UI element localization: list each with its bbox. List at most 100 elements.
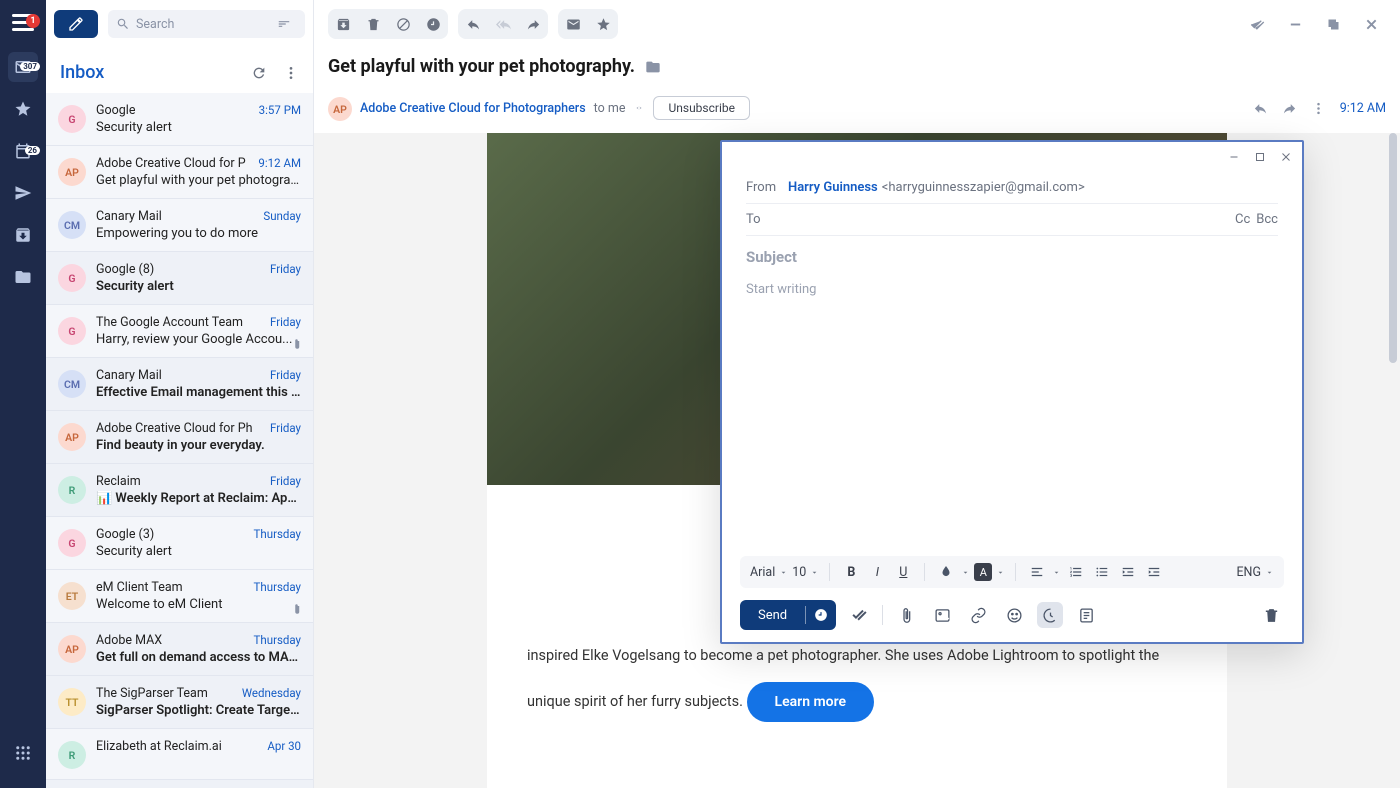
learn-more-button[interactable]: Learn more <box>747 682 874 722</box>
archive-nav[interactable] <box>8 220 38 250</box>
msg-subject: Effective Email management this w... <box>96 385 301 400</box>
template-icon[interactable] <box>1073 602 1099 628</box>
outdent-button[interactable] <box>1117 561 1139 583</box>
avatar: R <box>58 476 86 504</box>
message-item[interactable]: RReclaimFriday📊 Weekly Report at Reclaim… <box>46 464 313 517</box>
underline-button[interactable]: U <box>892 561 914 583</box>
message-item[interactable]: GGoogle (3)ThursdaySecurity alert <box>46 517 313 570</box>
filter-icon[interactable] <box>277 17 291 31</box>
side-rail: 1 307 26 <box>0 0 46 788</box>
font-select[interactable]: Arial <box>750 565 788 580</box>
message-item[interactable]: ETeM Client TeamThursdayWelcome to eM Cl… <box>46 570 313 623</box>
message-item[interactable]: CMCanary MailFridayEffective Email manag… <box>46 358 313 411</box>
forward-button[interactable] <box>518 9 548 39</box>
move-folder-icon[interactable] <box>645 59 661 75</box>
calendar-nav[interactable]: 26 <box>8 136 38 166</box>
message-item[interactable]: TTThe SigParser TeamWednesdaySigParser S… <box>46 676 313 729</box>
msg-time: Friday <box>270 315 301 330</box>
attach-icon[interactable] <box>893 602 919 628</box>
image-icon[interactable] <box>929 602 955 628</box>
mark-unread-button[interactable] <box>558 9 588 39</box>
compose-body[interactable]: Start writing <box>722 278 1302 556</box>
starred-nav[interactable] <box>8 94 38 124</box>
message-item[interactable]: GGoogle3:57 PMSecurity alert <box>46 93 313 146</box>
align-button[interactable] <box>1026 561 1048 583</box>
bcc-button[interactable]: Bcc <box>1256 212 1278 227</box>
inbox-nav[interactable]: 307 <box>8 52 38 82</box>
message-item[interactable]: APAdobe MAXThursdayGet full on demand ac… <box>46 623 313 676</box>
meta-forward-icon[interactable] <box>1282 101 1297 116</box>
italic-button[interactable]: I <box>866 561 888 583</box>
meta-reply-icon[interactable] <box>1253 101 1268 116</box>
avatar: CM <box>58 211 86 239</box>
msg-subject: Harry, review your Google Accou... <box>96 332 301 347</box>
cc-button[interactable]: Cc <box>1235 212 1250 227</box>
subject-input[interactable]: Subject <box>746 236 1278 278</box>
msg-from: Google <box>96 103 135 118</box>
menu-button[interactable]: 1 <box>12 14 34 32</box>
read-receipt-icon[interactable] <box>846 602 872 628</box>
schedule-send-icon[interactable] <box>806 608 836 622</box>
archive-button[interactable] <box>328 9 358 39</box>
avatar: G <box>58 264 86 292</box>
calendar-count: 26 <box>25 146 40 155</box>
format-toolbar: Arial 10 B I U A ENG <box>740 556 1284 588</box>
sender-name[interactable]: Adobe Creative Cloud for Photographers <box>360 101 586 116</box>
send-button[interactable]: Send <box>740 600 836 630</box>
scrollbar[interactable] <box>1388 133 1398 788</box>
window-close[interactable] <box>1356 9 1386 39</box>
bold-button[interactable]: B <box>840 561 862 583</box>
message-item[interactable]: APAdobe Creative Cloud for P9:12 AMGet p… <box>46 146 313 199</box>
compose-minimize-icon[interactable] <box>1228 151 1240 163</box>
msg-time: Sunday <box>263 209 301 224</box>
snooze-button[interactable] <box>418 9 448 39</box>
language-select[interactable]: ENG <box>1236 565 1274 580</box>
message-item[interactable]: GGoogle (8)FridaySecurity alert <box>46 252 313 305</box>
msg-subject: Get full on demand access to MAX... <box>96 650 301 665</box>
delete-button[interactable] <box>358 9 388 39</box>
readall-icon[interactable] <box>1242 9 1272 39</box>
emoji-icon[interactable] <box>1001 602 1027 628</box>
message-item[interactable]: GThe Google Account TeamFridayHarry, rev… <box>46 305 313 358</box>
email-subject-row: Get playful with your pet photography. <box>314 48 1400 89</box>
compose-to-row[interactable]: To Cc Bcc <box>746 204 1278 236</box>
message-item[interactable]: APAdobe Creative Cloud for PhFridayFind … <box>46 411 313 464</box>
msg-time: Thursday <box>254 580 301 595</box>
indent-button[interactable] <box>1143 561 1165 583</box>
reply-all-button[interactable] <box>488 9 518 39</box>
bg-color-button[interactable]: A <box>974 563 992 581</box>
from-name[interactable]: Harry Guinness <box>788 180 878 195</box>
spam-button[interactable] <box>388 9 418 39</box>
more-icon[interactable] <box>283 65 299 81</box>
apps-button[interactable] <box>8 738 38 768</box>
signature-icon[interactable] <box>1037 602 1063 628</box>
discard-icon[interactable] <box>1258 602 1284 628</box>
link-icon[interactable] <box>965 602 991 628</box>
star-button[interactable] <box>588 9 618 39</box>
reply-button[interactable] <box>458 9 488 39</box>
meta-more-icon[interactable] <box>1311 101 1326 116</box>
sent-nav[interactable] <box>8 178 38 208</box>
text-color-button[interactable] <box>935 561 957 583</box>
msg-from: Adobe MAX <box>96 633 162 648</box>
refresh-icon[interactable] <box>251 65 267 81</box>
ul-button[interactable] <box>1091 561 1113 583</box>
ol-button[interactable] <box>1065 561 1087 583</box>
message-item[interactable]: RElizabeth at Reclaim.aiApr 30 <box>46 729 313 780</box>
msg-from: The SigParser Team <box>96 686 208 701</box>
email-subject: Get playful with your pet photography. <box>328 56 635 77</box>
msg-subject: SigParser Spotlight: Create Targete... <box>96 703 301 718</box>
window-maximize[interactable] <box>1318 9 1348 39</box>
folder-nav[interactable] <box>8 262 38 292</box>
compose-maximize-icon[interactable] <box>1254 151 1266 163</box>
expand-recipients-icon[interactable] <box>633 102 645 114</box>
size-select[interactable]: 10 <box>792 565 819 580</box>
message-item[interactable]: CMCanary MailSundayEmpowering you to do … <box>46 199 313 252</box>
unsubscribe-button[interactable]: Unsubscribe <box>653 96 750 120</box>
compose-close-icon[interactable] <box>1280 151 1292 163</box>
compose-button[interactable] <box>54 10 98 38</box>
avatar: TT <box>58 688 86 716</box>
folder-title: Inbox <box>60 62 104 83</box>
window-minimize[interactable] <box>1280 9 1310 39</box>
search-input[interactable]: Search <box>108 10 305 38</box>
